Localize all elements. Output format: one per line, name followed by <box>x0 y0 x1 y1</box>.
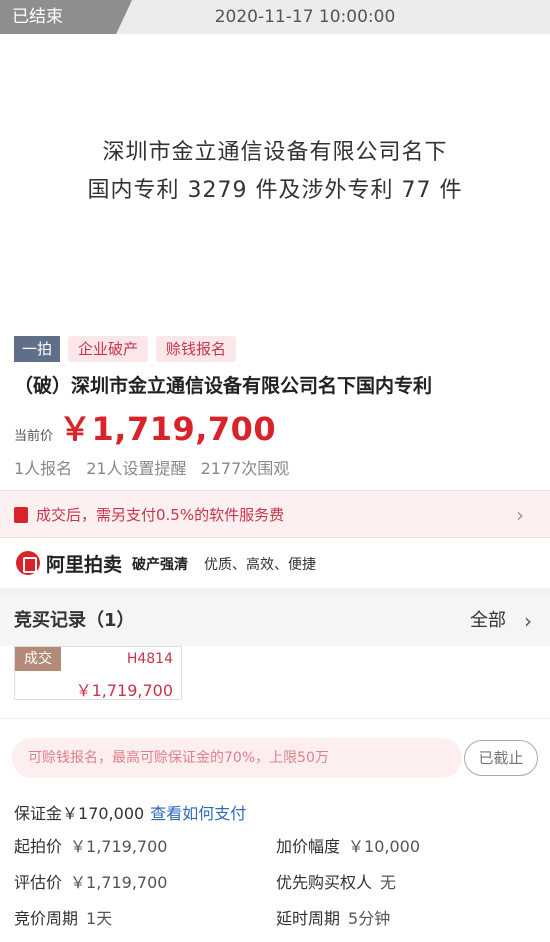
round-tag: 一拍 <box>14 336 61 362</box>
notice-text: 成交后，需另支付0.5%的软件服务费 <box>36 506 285 524</box>
deposit-value: ￥170,000 <box>62 804 145 823</box>
deposit-row: 保证金￥170,000 查看如何支付 <box>14 800 246 824</box>
ali-auction-logo-icon <box>16 551 40 575</box>
divider <box>0 718 550 719</box>
increment-label: 加价幅度 <box>276 837 341 856</box>
reminder-count: 21人设置提醒 <box>86 459 187 478</box>
bid-price: ￥1,719,700 <box>75 681 173 700</box>
delay-cycle-cell: 延时周期 5分钟 <box>276 906 538 942</box>
bid-cycle-value: 1天 <box>86 909 113 928</box>
bid-cycle-cell: 竞价周期 1天 <box>14 906 276 942</box>
top-bar: 已结束 2020-11-17 10:00:00 <box>0 0 550 34</box>
start-price-cell: 起拍价 ￥1,719,700 <box>14 834 276 870</box>
banner-line-1: 深圳市金立通信设备有限公司名下 <box>102 140 448 165</box>
credit-signup-text: 可赊钱报名，最高可赊保证金的70%，上限50万 <box>28 750 329 766</box>
chevron-right-icon[interactable]: › <box>524 596 532 646</box>
info-row: 竞价周期 1天 延时周期 5分钟 <box>14 906 538 942</box>
bid-cycle-label: 竞价周期 <box>14 909 79 928</box>
bidder-id: H4814 <box>126 651 173 667</box>
bid-records-title: 竞买记录（1） <box>14 610 135 631</box>
closed-button[interactable]: 已截止 <box>464 740 538 776</box>
eval-price-value: ￥1,719,700 <box>70 873 168 892</box>
deposit-label: 保证金 <box>14 804 63 823</box>
start-price-value: ￥1,719,700 <box>70 837 168 856</box>
bid-records-header: 竞买记录（1） 全部 › <box>0 596 550 646</box>
item-title: （破）深圳市金立通信设备有限公司名下国内专利 <box>14 375 433 397</box>
brand-tagline: 优质、高效、便捷 <box>204 557 316 573</box>
brand-row: 阿里拍卖 破产强清 优质、高效、便捷 <box>0 538 550 588</box>
increment-value: ￥10,000 <box>348 837 421 856</box>
banner-line-2: 国内专利 3279 件及涉外专利 77 件 <box>87 178 463 203</box>
start-price-label: 起拍价 <box>14 837 63 856</box>
chevron-right-icon: › <box>516 503 524 527</box>
delay-cycle-label: 延时周期 <box>276 909 341 928</box>
info-row: 起拍价 ￥1,719,700 加价幅度 ￥10,000 <box>14 834 538 870</box>
price-value: ￥1,719,700 <box>59 410 277 448</box>
priority-buyer-cell: 优先购买权人无 <box>276 870 538 906</box>
priority-buyer-value: 无 <box>380 873 397 892</box>
banner-text: 深圳市金立通信设备有限公司名下 国内专利 3279 件及涉外专利 77 件 <box>0 134 550 210</box>
delay-cycle-value: 5分钟 <box>348 909 391 928</box>
price-label: 当前价 <box>14 429 54 444</box>
bankruptcy-tag: 企业破产 <box>68 336 149 362</box>
divider <box>0 588 550 596</box>
info-row: 评估价 ￥1,719,700 优先购买权人无 <box>14 870 538 906</box>
item-banner[interactable]: 深圳市金立通信设备有限公司名下 国内专利 3279 件及涉外专利 77 件 <box>0 34 550 334</box>
eval-price-cell: 评估价 ￥1,719,700 <box>14 870 276 906</box>
current-price-row: 当前价 ￥1,719,700 <box>14 404 276 450</box>
auction-stats: 1人报名 21人设置提醒 2177次围观 <box>14 455 289 479</box>
credit-signup-tag: 赊钱报名 <box>156 336 237 362</box>
brand-name: 阿里拍卖 <box>46 554 123 576</box>
item-tags: 一拍 企业破产 赊钱报名 <box>14 336 237 362</box>
how-to-pay-link[interactable]: 查看如何支付 <box>150 804 246 823</box>
bid-record-card: 成交 H4814 ￥1,719,700 <box>14 646 182 700</box>
eval-price-label: 评估价 <box>14 873 63 892</box>
brand-slogan: 破产强清 <box>132 557 188 573</box>
priority-buyer-label: 优先购买权人 <box>276 873 373 892</box>
view-all-link[interactable]: 全部 <box>470 596 506 646</box>
deal-badge: 成交 <box>15 647 61 671</box>
view-count: 2177次围观 <box>200 459 290 478</box>
fee-icon <box>14 507 28 523</box>
signup-count: 1人报名 <box>14 459 73 478</box>
auction-time: 2020-11-17 10:00:00 <box>214 7 396 27</box>
auction-info-grid: 起拍价 ￥1,719,700 加价幅度 ￥10,000 评估价 ￥1,719,700 … <box>14 834 538 942</box>
increment-cell: 加价幅度 ￥10,000 <box>276 834 538 870</box>
credit-signup-banner: 可赊钱报名，最高可赊保证金的70%，上限50万 <box>12 738 462 778</box>
service-fee-notice[interactable]: 成交后，需另支付0.5%的软件服务费 › <box>0 490 550 538</box>
